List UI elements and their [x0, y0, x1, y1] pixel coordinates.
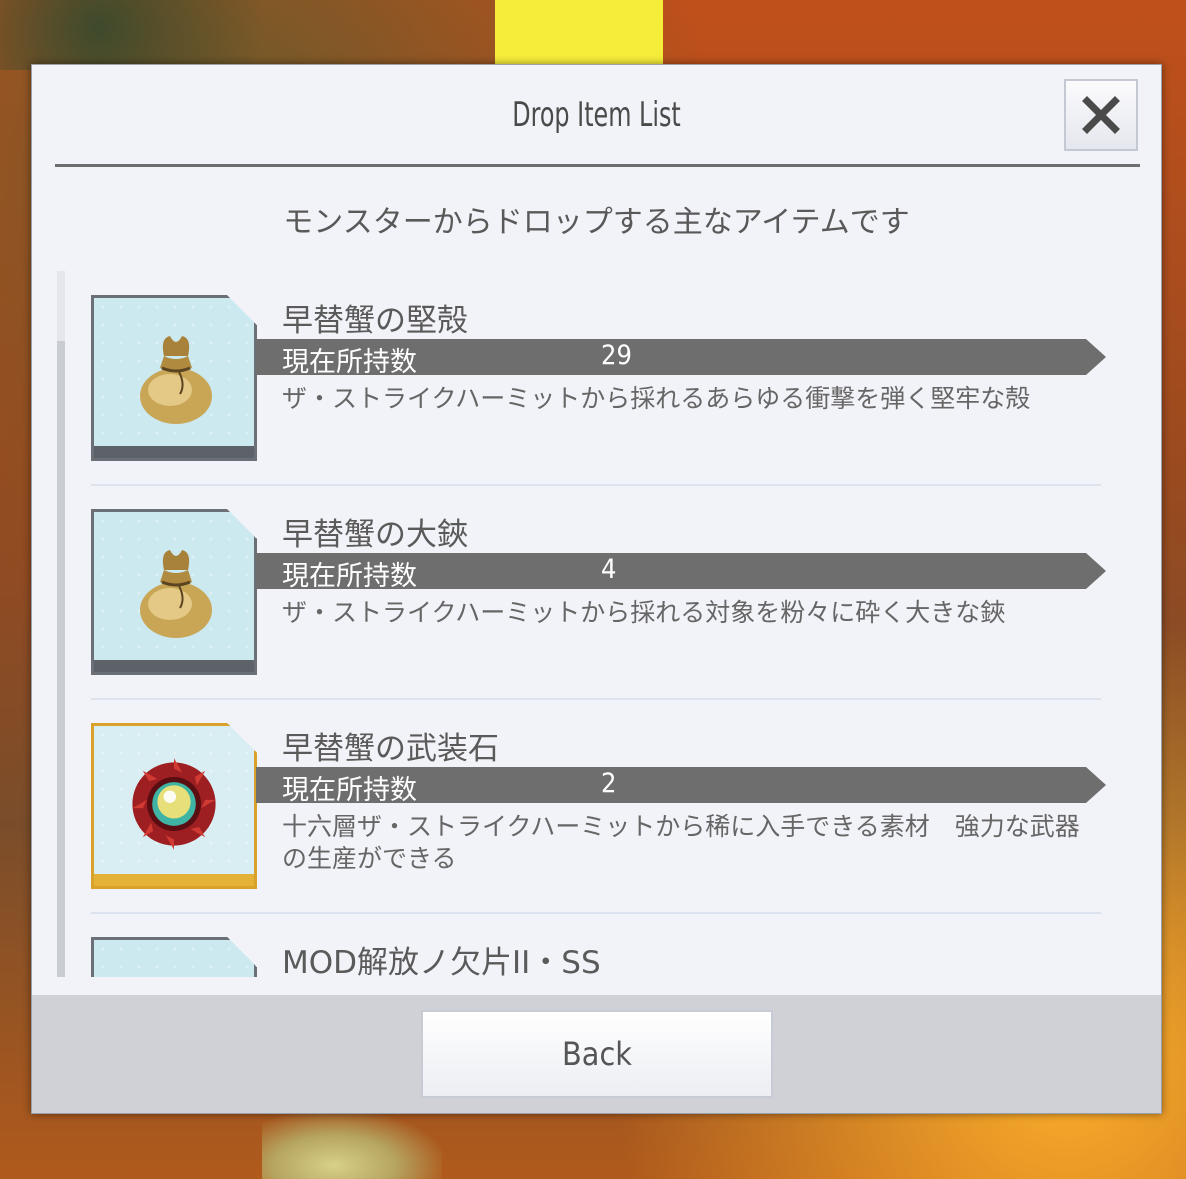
background-character: [262, 1112, 442, 1179]
count-value: 4: [601, 554, 617, 585]
dialog-footer: Back: [32, 995, 1161, 1113]
item-description: ザ・ストライクハーミットから採れる対象を粉々に砕く大きな鋏: [282, 598, 1006, 627]
dialog-subtitle: モンスターからドロップする主なアイテムです: [283, 205, 910, 240]
close-button[interactable]: [1064, 79, 1138, 151]
item-name: MOD解放ノ欠片II・SS: [282, 945, 601, 977]
dialog-title: Drop Item List: [512, 95, 681, 135]
title-divider: [55, 164, 1140, 167]
item-thumbnail: [91, 295, 257, 461]
item-name: 早替蟹の大鋏: [282, 517, 468, 553]
count-bar: 現在所持数 29: [256, 339, 1106, 375]
count-value: 29: [601, 340, 632, 371]
orb-icon: [132, 758, 216, 850]
item-description: ザ・ストライクハーミットから採れるあらゆる衝撃を弾く堅牢な殻: [282, 384, 1031, 413]
count-label: 現在所持数: [282, 561, 417, 592]
list-item[interactable]: 早替蟹の武装石 現在所持数 2 十六層ザ・ストライクハーミットから稀に入手できる…: [91, 699, 1135, 914]
item-thumbnail: [91, 723, 257, 889]
drop-item-dialog: Drop Item List モンスターからドロップする主なアイテムです 早替蟹…: [31, 64, 1162, 1114]
close-icon: [1082, 96, 1120, 134]
background-foliage: [0, 0, 330, 70]
list-item[interactable]: 早替蟹の堅殻 現在所持数 29 ザ・ストライクハーミットから採れるあらゆる衝撃を…: [91, 271, 1135, 486]
bag-icon: [140, 336, 212, 424]
scrollbar[interactable]: [57, 271, 65, 977]
list-item[interactable]: MOD解放ノ欠片II・SS: [91, 913, 1135, 977]
item-list[interactable]: 早替蟹の堅殻 現在所持数 29 ザ・ストライクハーミットから採れるあらゆる衝撃を…: [55, 271, 1140, 977]
count-label: 現在所持数: [282, 775, 417, 806]
item-thumbnail: [91, 937, 257, 977]
count-bar: 現在所持数 2: [256, 767, 1106, 803]
item-thumbnail: [91, 509, 257, 675]
item-name: 早替蟹の堅殻: [282, 303, 468, 339]
back-button[interactable]: Back: [421, 1010, 773, 1098]
bag-icon: [140, 550, 212, 638]
list-item[interactable]: 早替蟹の大鋏 現在所持数 4 ザ・ストライクハーミットから採れる対象を粉々に砕く…: [91, 485, 1135, 700]
item-name: 早替蟹の武装石: [282, 731, 499, 767]
count-value: 2: [601, 768, 617, 799]
background-light: [495, 0, 663, 70]
item-description: 十六層ザ・ストライクハーミットから稀に入手できる素材 強力な武器の生産ができる: [282, 812, 1080, 873]
scrollbar-thumb[interactable]: [57, 271, 65, 341]
count-bar: 現在所持数 4: [256, 553, 1106, 589]
count-label: 現在所持数: [282, 347, 417, 378]
